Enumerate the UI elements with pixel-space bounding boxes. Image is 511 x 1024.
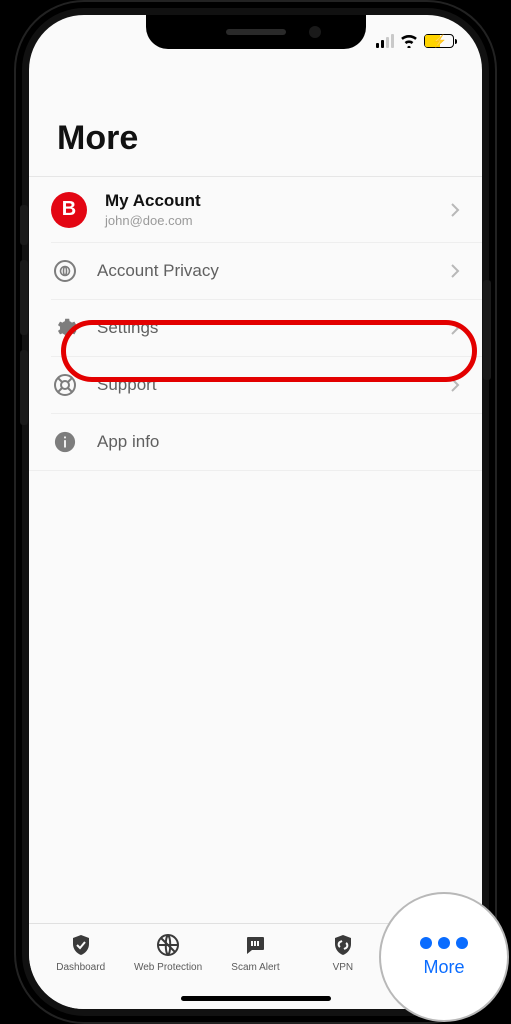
account-title: My Account — [105, 191, 432, 211]
shield-check-icon — [68, 932, 94, 958]
menu-label-appinfo: App info — [97, 432, 460, 452]
speaker — [226, 29, 286, 35]
page-content: More B My Account john@doe.com — [29, 59, 482, 1009]
tab-label: VPN — [333, 962, 354, 973]
chat-alert-icon — [242, 932, 268, 958]
lifebuoy-icon — [51, 371, 79, 399]
chevron-right-icon — [450, 263, 460, 279]
tab-label: Web Protection — [134, 962, 202, 973]
chevron-right-icon — [450, 377, 460, 393]
tab-vpn[interactable]: VPN — [308, 932, 378, 989]
menu-item-privacy[interactable]: Account Privacy — [29, 243, 482, 299]
annotation-label: More — [423, 957, 464, 978]
home-indicator[interactable] — [181, 996, 331, 1001]
volume-up-button — [20, 260, 28, 335]
battery-icon: ⚡ — [424, 34, 454, 48]
tab-dashboard[interactable]: Dashboard — [46, 932, 116, 989]
notch — [146, 15, 366, 49]
tab-label: Scam Alert — [231, 962, 279, 973]
tab-scam-alert[interactable]: Scam Alert — [220, 932, 290, 989]
power-button — [483, 280, 491, 380]
mute-switch — [20, 205, 28, 245]
wifi-icon — [400, 34, 418, 48]
link-shield-icon — [330, 932, 356, 958]
globe-block-icon — [155, 932, 181, 958]
volume-down-button — [20, 350, 28, 425]
menu-item-support[interactable]: Support — [29, 357, 482, 413]
gear-icon — [51, 314, 79, 342]
menu-label-support: Support — [97, 375, 432, 395]
divider — [29, 470, 482, 471]
menu-item-settings[interactable]: Settings — [29, 300, 482, 356]
charging-bolt-icon: ⚡ — [432, 34, 447, 48]
tab-label: Dashboard — [56, 962, 105, 973]
phone-bezel: ⚡ More B My Account john@doe.com — [22, 8, 489, 1016]
front-camera — [309, 26, 321, 38]
avatar: B — [51, 192, 87, 228]
cellular-signal-icon — [376, 34, 394, 48]
phone-frame: ⚡ More B My Account john@doe.com — [14, 0, 497, 1024]
tab-web-protection[interactable]: Web Protection — [133, 932, 203, 989]
account-email: john@doe.com — [105, 213, 432, 228]
chevron-right-icon — [450, 202, 460, 218]
more-dots-icon — [420, 937, 468, 949]
chevron-right-icon — [450, 320, 460, 336]
menu-item-account[interactable]: B My Account john@doe.com — [29, 177, 482, 242]
menu-label-privacy: Account Privacy — [97, 261, 432, 281]
page-title: More — [29, 59, 482, 176]
screen: ⚡ More B My Account john@doe.com — [29, 15, 482, 1009]
privacy-icon — [51, 257, 79, 285]
annotation-callout-more: More — [379, 892, 509, 1022]
menu-label-settings: Settings — [97, 318, 432, 338]
menu-item-appinfo[interactable]: App info — [29, 414, 482, 470]
info-icon — [51, 428, 79, 456]
